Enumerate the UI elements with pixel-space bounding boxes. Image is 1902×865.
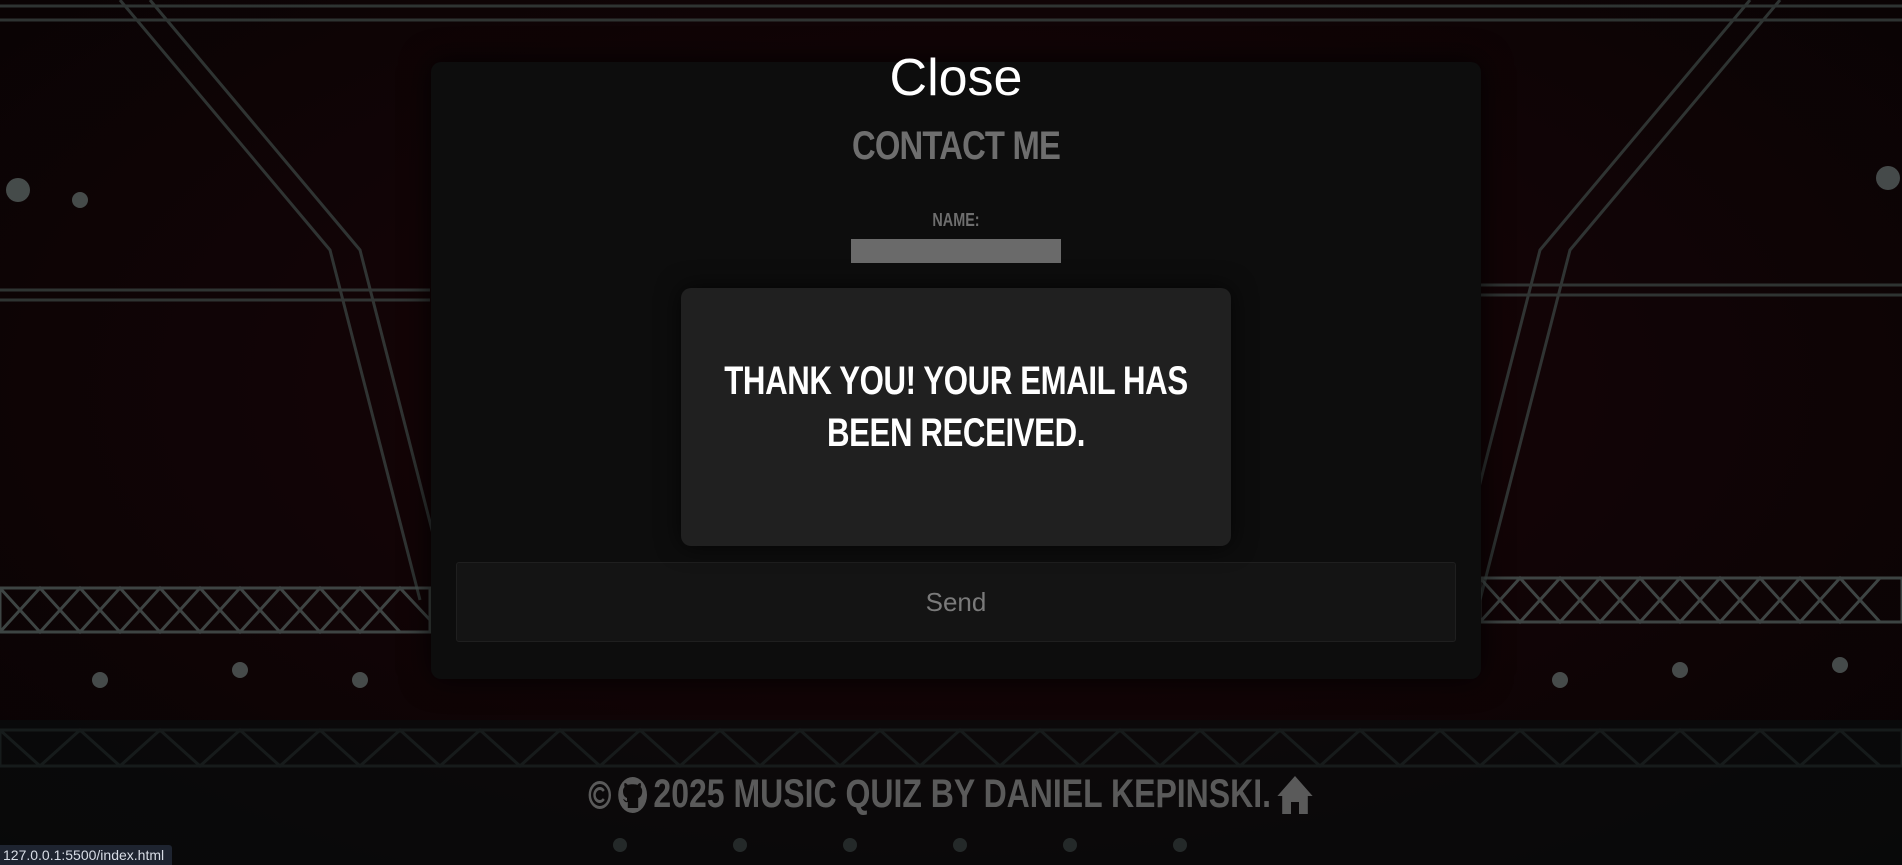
status-bar-url: 127.0.0.1:5500/index.html — [0, 845, 173, 865]
name-input[interactable] — [851, 239, 1061, 263]
github-icon[interactable] — [617, 775, 649, 815]
popup-message: Thank you! Your email has been received. — [724, 359, 1188, 455]
home-icon[interactable] — [1276, 774, 1314, 816]
copyright-icon — [588, 780, 611, 809]
footer-text: 2025 Music Quiz by Daniel Kepinski. — [653, 772, 1272, 816]
contact-title: Contact me — [851, 124, 1061, 168]
footer: 2025 Music Quiz by Daniel Kepinski. — [0, 772, 1902, 820]
name-label: Name: — [932, 210, 980, 230]
close-button[interactable]: Close — [431, 49, 1481, 107]
send-button[interactable]: Send — [456, 562, 1456, 642]
thank-you-popup: Thank you! Your email has been received. — [681, 288, 1231, 546]
page-background: Close Contact me Name: Send Thank you! Y… — [0, 0, 1902, 865]
